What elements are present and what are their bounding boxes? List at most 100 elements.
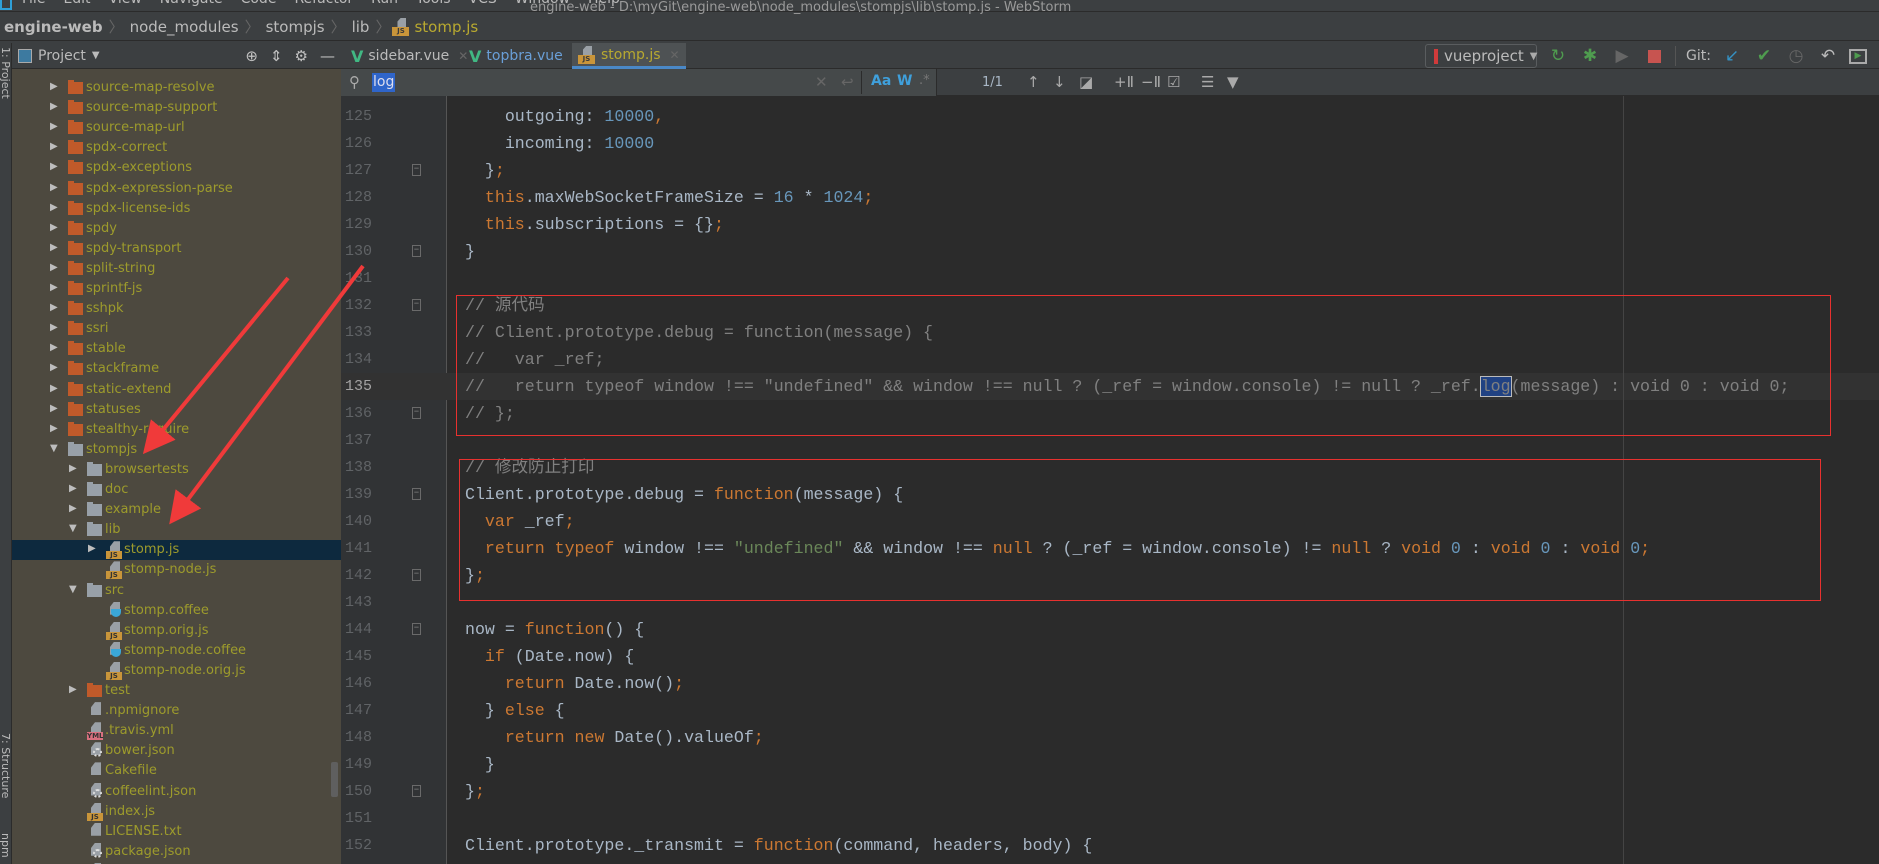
tab-topbra-vue[interactable]: V topbra.vue ✕ — [463, 43, 588, 69]
locate-icon[interactable]: ⊕ — [245, 47, 258, 65]
multiline-icon[interactable]: ↩ — [841, 73, 854, 91]
gear-icon[interactable]: ⚙ — [295, 47, 308, 65]
tree-item[interactable]: ▶ split-string — [12, 259, 341, 279]
menu-edit[interactable]: Edit — [63, 0, 90, 7]
stop-icon[interactable] — [1643, 45, 1665, 67]
tree-item[interactable]: ▶ example — [12, 500, 341, 520]
tree-item[interactable]: ▶ spdy-transport — [12, 239, 341, 259]
tree-item[interactable]: ▶ ssri — [12, 319, 341, 339]
coverage-icon[interactable]: ▶ — [1611, 45, 1633, 67]
terminal-icon[interactable]: ▶ — [1849, 48, 1867, 64]
hide-icon[interactable]: — — [320, 47, 335, 65]
tree-item[interactable]: ▶ spdx-expression-parse — [12, 179, 341, 199]
tree-item[interactable]: ▼ src — [12, 581, 341, 601]
collapsed-arrow-icon[interactable]: ▶ — [50, 423, 58, 434]
tab-sidebar-vue[interactable]: V sidebar.vue ✕ — [345, 43, 474, 69]
collapsed-arrow-icon[interactable]: ▶ — [50, 242, 58, 253]
debug-bug-icon[interactable]: ✱ — [1579, 45, 1601, 67]
tree-item[interactable]: ▶ static-extend — [12, 380, 341, 400]
clear-icon[interactable]: ✕ — [815, 73, 828, 91]
select-all-occurrences-icon[interactable]: ◪ — [1079, 73, 1093, 91]
regex-toggle[interactable]: .* — [919, 73, 930, 88]
tree-item[interactable]: JS stomp-node.js — [12, 560, 341, 580]
menu-run[interactable]: Run — [371, 0, 398, 7]
git-history-icon[interactable]: ◷ — [1785, 45, 1807, 67]
tree-item[interactable]: ▼ lib — [12, 520, 341, 540]
project-view-selector[interactable]: Project — [38, 48, 86, 64]
fold-marker-icon[interactable]: − — [412, 623, 421, 635]
collapsed-arrow-icon[interactable]: ▶ — [50, 262, 58, 273]
git-update-icon[interactable]: ↙ — [1721, 45, 1743, 67]
tree-item[interactable]: ▶ doc — [12, 480, 341, 500]
collapsed-arrow-icon[interactable]: ▶ — [50, 161, 58, 172]
breadcrumb-item[interactable]: lib — [348, 18, 374, 36]
fold-marker-icon[interactable]: − — [412, 488, 421, 500]
menu-refactor[interactable]: Refactor — [294, 0, 353, 7]
tree-item[interactable]: Cakefile — [12, 761, 341, 781]
tree-item[interactable]: ▶ source-map-url — [12, 118, 341, 138]
tree-item[interactable]: ▶ JS stomp.js — [12, 540, 341, 561]
fold-marker-icon[interactable]: − — [412, 569, 421, 581]
collapse-all-icon[interactable]: ⇕ — [270, 47, 283, 65]
add-occurrence-icon[interactable]: +Ⅱ — [1114, 73, 1134, 91]
git-revert-icon[interactable]: ↶ — [1817, 45, 1839, 67]
git-commit-icon[interactable]: ✔ — [1753, 45, 1775, 67]
fold-marker-icon[interactable]: − — [412, 407, 421, 419]
collapsed-arrow-icon[interactable]: ▶ — [50, 362, 58, 373]
tree-item[interactable]: .npmignore — [12, 701, 341, 721]
structure-tool-button[interactable]: 7: Structure — [0, 733, 12, 798]
rerun-icon[interactable]: ↻ — [1547, 45, 1569, 67]
tree-item[interactable]: ▶ browsertests — [12, 460, 341, 480]
tree-item[interactable]: stomp.coffee — [12, 601, 341, 621]
collapsed-arrow-icon[interactable]: ▶ — [69, 483, 77, 494]
breadcrumb-item[interactable]: engine-web — [0, 18, 107, 36]
code-editor[interactable]: 125 outgoing: 10000, 126 incoming: 10000 1… — [341, 96, 1879, 864]
tree-item[interactable]: ▶ stackframe — [12, 359, 341, 379]
menu-code[interactable]: Code — [241, 0, 277, 7]
collapsed-arrow-icon[interactable]: ▶ — [50, 282, 58, 293]
project-tool-button[interactable]: 1: Project — [0, 47, 12, 99]
tree-item[interactable]: JS index.js — [12, 802, 341, 822]
collapsed-arrow-icon[interactable]: ▶ — [50, 383, 58, 394]
tree-item[interactable]: ▶ sshpk — [12, 299, 341, 319]
collapsed-arrow-icon[interactable]: ▶ — [50, 322, 58, 333]
search-icon[interactable]: ⚲ — [349, 73, 360, 91]
previous-occurrence-icon[interactable]: ↑ — [1027, 73, 1040, 91]
tree-item[interactable]: ▶ stable — [12, 339, 341, 359]
fold-marker-icon[interactable]: − — [412, 245, 421, 257]
breadcrumb-item[interactable]: stompjs — [262, 18, 329, 36]
expanded-arrow-icon[interactable]: ▼ — [69, 523, 77, 534]
tree-item[interactable]: ▶ spdx-exceptions — [12, 158, 341, 178]
fold-marker-icon[interactable]: − — [412, 299, 421, 311]
whole-words-toggle[interactable]: W — [897, 73, 912, 89]
collapsed-arrow-icon[interactable]: ▶ — [50, 342, 58, 353]
collapsed-arrow-icon[interactable]: ▶ — [50, 403, 58, 414]
chevron-down-icon[interactable]: ▼ — [92, 50, 100, 61]
tree-item[interactable]: stomp-node.coffee — [12, 641, 341, 661]
tree-item[interactable]: ▼ stompjs — [12, 440, 341, 460]
tree-item[interactable]: JS stomp-node.orig.js — [12, 661, 341, 681]
fold-marker-icon[interactable]: − — [412, 785, 421, 797]
menu-view[interactable]: View — [109, 0, 142, 7]
expanded-arrow-icon[interactable]: ▼ — [50, 443, 58, 454]
close-icon[interactable]: ✕ — [670, 48, 680, 62]
collapsed-arrow-icon[interactable]: ▶ — [50, 302, 58, 313]
collapsed-arrow-icon[interactable]: ▶ — [50, 222, 58, 233]
tab-stomp-js[interactable]: stomp.js ✕ — [572, 43, 686, 69]
tree-item[interactable]: ▶ spdx-license-ids — [12, 199, 341, 219]
filter-lines-icon[interactable]: ☰ — [1201, 73, 1214, 91]
tree-item[interactable]: ▶ source-map-resolve — [12, 78, 341, 98]
collapsed-arrow-icon[interactable]: ▶ — [69, 503, 77, 514]
search-input[interactable]: log — [372, 73, 396, 92]
breadcrumb-item[interactable]: stomp.js — [410, 18, 482, 36]
collapsed-arrow-icon[interactable]: ▶ — [69, 684, 77, 695]
breadcrumb-item[interactable]: node_modules — [126, 18, 243, 36]
tree-item[interactable]: JS stomp.orig.js — [12, 621, 341, 641]
remove-occurrence-icon[interactable]: −Ⅱ — [1141, 73, 1161, 91]
collapsed-arrow-icon[interactable]: ▶ — [50, 141, 58, 152]
tree-item[interactable]: ▶ spdx-correct — [12, 138, 341, 158]
sidebar-scrollbar[interactable] — [331, 762, 338, 797]
tree-item[interactable]: ▶ spdy — [12, 219, 341, 239]
next-occurrence-icon[interactable]: ↓ — [1053, 73, 1066, 91]
tree-item[interactable]: coffeelint.json — [12, 782, 341, 802]
